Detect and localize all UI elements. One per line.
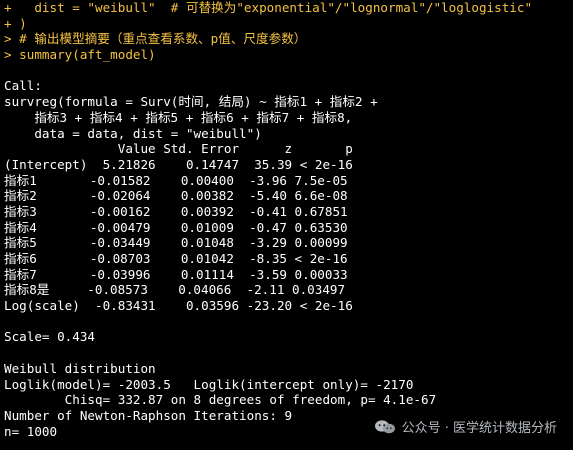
console-line-call: 指标3 + 指标4 + 指标5 + 指标6 + 指标7 + 指标8, — [4, 109, 353, 125]
scale-value: Scale= 0.434 — [4, 329, 95, 345]
distribution-label: Weibull distribution — [4, 360, 156, 376]
coef-table-row: (Intercept) 5.21826 0.14747 35.39 < 2e-1… — [4, 156, 353, 172]
r-console-output[interactable]: + dist = "weibull" # 可替换为"exponential"/"… — [4, 0, 573, 450]
watermark-text: 公众号 · 医学统计数据分析 — [401, 421, 557, 436]
chisq-line: Chisq= 332.87 on 8 degrees of freedom, p… — [4, 392, 437, 408]
coef-table-row: 指标6 -0.08703 0.01042 -8.35 < 2e-16 — [4, 251, 348, 266]
coef-table-row: 指标7 -0.03996 0.01114 -3.59 0.00033 — [4, 266, 348, 282]
console-line-input: > # 输出模型摘要（重点查看系数、p值、尺度参数） — [4, 31, 307, 47]
coef-table-row: 指标4 -0.00479 0.01009 -0.47 0.63530 — [4, 219, 348, 235]
console-line-input: > summary(aft_model) — [4, 47, 156, 63]
console-line-input: + dist = "weibull" # 可替换为"exponential"/"… — [4, 0, 533, 15]
watermark: 公众号 · 医学统计数据分析 — [374, 417, 557, 436]
loglik-line: Loglik(model)= -2003.5 Loglik(intercept … — [4, 376, 414, 392]
coef-table-row: 指标1 -0.01582 0.00400 -3.96 7.5e-05 — [4, 172, 348, 188]
console-line-call-header: Call: — [4, 78, 42, 94]
wechat-bubble-icon — [374, 419, 396, 435]
coef-table-row: 指标2 -0.02064 0.00382 -5.40 6.6e-08 — [4, 188, 348, 204]
console-line-call: survreg(formula = Surv(时间, 结局) ~ 指标1 + 指… — [4, 94, 378, 110]
coef-table-row: 指标8是 -0.08573 0.04066 -2.11 0.03497 — [4, 282, 346, 298]
coef-table-row: 指标5 -0.03449 0.01048 -3.29 0.00099 — [4, 235, 348, 251]
coef-table-row: 指标3 -0.00162 0.00392 -0.41 0.67851 — [4, 203, 348, 219]
coef-table-header: Value Std. Error z p — [4, 141, 353, 157]
console-line-call: data = data, dist = "weibull") — [4, 125, 262, 141]
coef-table-row: Log(scale) -0.83431 0.03596 -23.20 < 2e-… — [4, 298, 353, 314]
console-line-input: + ) — [4, 15, 27, 31]
